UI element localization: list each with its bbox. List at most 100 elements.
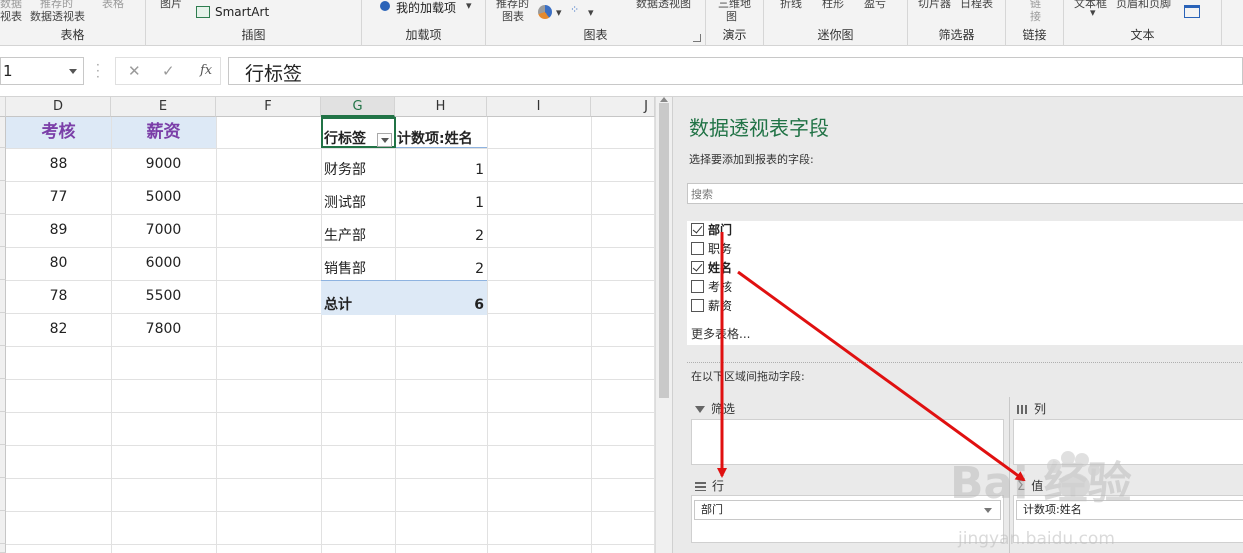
drag-handle-icon[interactable]: · · · <box>96 59 100 83</box>
sparkline-column-button[interactable]: 柱形 <box>822 0 844 11</box>
spreadsheet-grid[interactable]: D E F G H I J 考核 薪资 88 9000 77 5000 89 7… <box>0 97 655 553</box>
cell-d[interactable]: 82 <box>6 313 111 346</box>
cell-header-assessment[interactable]: 考核 <box>6 117 111 148</box>
ribbon-group-label: 加载项 <box>405 28 442 42</box>
rows-drop-area[interactable]: 部门 <box>691 495 1004 543</box>
chevron-down-icon[interactable]: ▾ <box>466 0 472 12</box>
sparkline-line-button[interactable]: 折线 <box>780 0 802 11</box>
scroll-up-icon[interactable] <box>660 97 668 102</box>
pane-title: 数据透视表字段 <box>689 116 829 140</box>
cell-e[interactable]: 5500 <box>111 280 216 313</box>
row-field-chip[interactable]: 部门 <box>694 500 1001 520</box>
row-header[interactable] <box>0 478 6 511</box>
window-icon[interactable] <box>1184 5 1200 18</box>
checkbox-checked-icon[interactable] <box>691 261 704 274</box>
pictures-button[interactable]: 图片 <box>160 0 182 11</box>
vertical-scrollbar[interactable] <box>655 97 672 553</box>
cell-d[interactable]: 88 <box>6 148 111 181</box>
field-item-title[interactable]: 职务 <box>691 240 732 258</box>
value-field-chip[interactable]: 计数项:姓名 <box>1016 500 1243 520</box>
header-footer-button[interactable]: 页眉和页脚 <box>1116 0 1171 11</box>
cell-e[interactable]: 5000 <box>111 181 216 214</box>
cell-e[interactable]: 9000 <box>111 148 216 181</box>
smartart-button[interactable]: SmartArt <box>215 5 269 19</box>
pivot-row-label[interactable]: 生产部 <box>321 220 395 253</box>
chevron-down-icon[interactable]: ▾ <box>556 6 562 19</box>
ribbon-group-label: 表格 <box>60 28 85 42</box>
column-header-i[interactable]: I <box>487 97 591 117</box>
column-header-h[interactable]: H <box>395 97 487 117</box>
filter-dropdown-icon[interactable] <box>377 133 392 147</box>
scrollbar-thumb[interactable] <box>659 103 669 398</box>
row-header[interactable] <box>0 346 6 379</box>
column-header-g[interactable]: G <box>321 97 395 117</box>
slicer-button[interactable]: 切片器 <box>918 0 951 11</box>
ribbon-frag[interactable]: 表格 <box>102 0 124 11</box>
field-search-input[interactable]: 搜索 <box>687 183 1243 204</box>
cell-e[interactable]: 6000 <box>111 247 216 280</box>
columns-icon <box>1017 405 1028 414</box>
insert-function-icon[interactable]: fx <box>200 63 212 78</box>
cell-e[interactable]: 7000 <box>111 214 216 247</box>
checkbox-icon[interactable] <box>691 299 704 312</box>
recommended-charts-button[interactable]: 图表 <box>502 8 524 24</box>
values-drop-area[interactable]: 计数项:姓名 <box>1013 495 1243 543</box>
row-header[interactable] <box>0 412 6 445</box>
column-header-d[interactable]: D <box>6 97 111 117</box>
checkbox-icon[interactable] <box>691 242 704 255</box>
cell-d[interactable]: 77 <box>6 181 111 214</box>
ribbon-group-addins: 我的加载项 ▾ 加载项 <box>362 0 486 46</box>
pivot-row-value[interactable]: 1 <box>395 154 487 187</box>
my-addins-button[interactable]: 我的加载项 <box>396 0 456 16</box>
row-header[interactable] <box>0 511 6 544</box>
pivot-row-value[interactable]: 1 <box>395 187 487 220</box>
checkbox-icon[interactable] <box>691 280 704 293</box>
pivot-chart-button[interactable]: 数据透视图 <box>636 0 691 11</box>
checkbox-checked-icon[interactable] <box>691 223 704 236</box>
field-item-salary[interactable]: 薪资 <box>691 297 732 315</box>
cell-d[interactable]: 80 <box>6 247 111 280</box>
enter-icon[interactable]: ✓ <box>162 62 175 80</box>
ribbon-group-label: 链接 <box>1022 28 1047 42</box>
column-header-e[interactable]: E <box>111 97 216 117</box>
ribbon-group-label: 演示 <box>722 28 747 42</box>
formula-input[interactable]: 行标签 <box>228 57 1243 85</box>
columns-drop-area[interactable] <box>1013 419 1243 465</box>
pivot-row-label[interactable]: 财务部 <box>321 154 395 187</box>
pivot-total-label[interactable]: 总计 <box>321 289 395 322</box>
chevron-down-icon[interactable] <box>69 69 77 74</box>
filters-drop-area[interactable] <box>691 419 1004 465</box>
pivot-table-button[interactable]: 数据透视表 <box>30 8 85 24</box>
chevron-down-icon[interactable] <box>984 508 992 513</box>
column-header-f[interactable]: F <box>216 97 321 117</box>
chevron-down-icon[interactable]: ▾ <box>588 6 594 19</box>
ribbon-frag[interactable]: 视表 <box>0 8 22 24</box>
sparkline-winloss-button[interactable]: 盈亏 <box>864 0 886 11</box>
area-filters-label: 筛选 <box>711 402 736 416</box>
cell-e[interactable]: 7800 <box>111 313 216 346</box>
pivot-row-value[interactable]: 2 <box>395 220 487 253</box>
row-header[interactable] <box>0 379 6 412</box>
field-item-dept[interactable]: 部门 <box>691 221 732 239</box>
cancel-icon[interactable]: ✕ <box>128 62 141 80</box>
ribbon-frag[interactable]: 图 <box>726 8 737 24</box>
pivot-row-label[interactable]: 测试部 <box>321 187 395 220</box>
pivot-total-value[interactable]: 6 <box>395 289 487 322</box>
cell-d[interactable]: 78 <box>6 280 111 313</box>
cell-header-salary[interactable]: 薪资 <box>111 117 216 148</box>
pie-chart-icon[interactable] <box>538 5 552 19</box>
column-header-j[interactable]: J <box>591 97 655 117</box>
pivot-value-header[interactable]: 计数项:姓名 <box>397 117 473 148</box>
row-header[interactable] <box>0 445 6 478</box>
cell-d[interactable]: 89 <box>6 214 111 247</box>
row-header[interactable] <box>0 544 6 553</box>
name-box[interactable]: 1 <box>0 57 84 85</box>
scatter-chart-icon[interactable]: ⁘ <box>570 3 579 16</box>
ribbon-frag[interactable]: 接 <box>1030 8 1041 24</box>
field-item-name[interactable]: 姓名 <box>691 259 732 277</box>
timeline-button[interactable]: 日程表 <box>960 0 993 11</box>
more-tables-link[interactable]: 更多表格... <box>691 325 750 342</box>
chevron-down-icon[interactable]: ▾ <box>1090 6 1096 19</box>
group-launcher-icon[interactable] <box>693 34 701 42</box>
field-item-assessment[interactable]: 考核 <box>691 278 732 296</box>
